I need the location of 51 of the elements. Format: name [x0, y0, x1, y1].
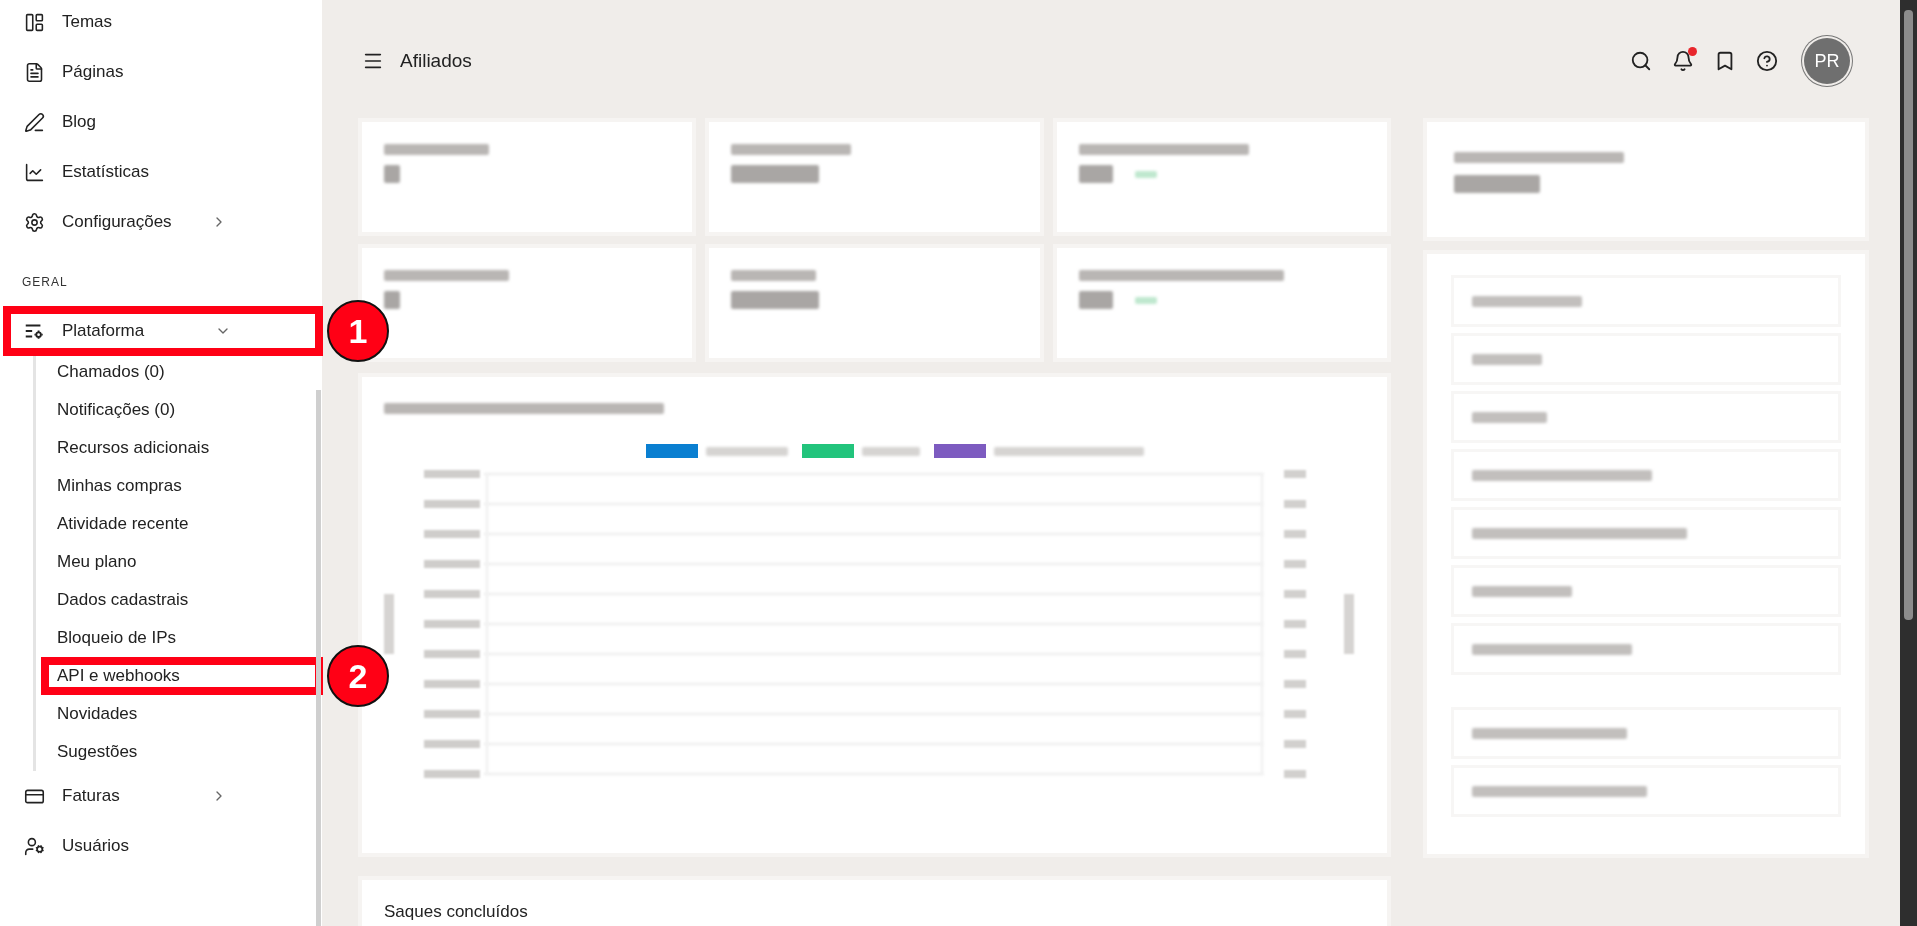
submenu-item[interactable]: Chamados (0) [57, 353, 322, 391]
menu-item[interactable] [1454, 626, 1838, 672]
submenu-item[interactable]: Meu plano [57, 543, 322, 581]
submenu-item[interactable]: Atividade recente [57, 505, 322, 543]
scrollbar-thumb[interactable] [1904, 10, 1913, 620]
settings-icon [23, 211, 45, 233]
blurred-axis-title [1344, 594, 1354, 654]
page-title: Afiliados [400, 50, 472, 72]
menu-item[interactable] [1454, 710, 1838, 756]
layout-icon [23, 11, 45, 33]
submenu-item[interactable]: API e webhooks [41, 657, 323, 695]
help-icon[interactable] [1756, 50, 1778, 72]
user-settings-icon [23, 835, 45, 857]
blurred-text [1078, 165, 1113, 183]
blurred-axis-title [384, 594, 394, 654]
sidebar-item[interactable]: Plataforma [3, 306, 323, 356]
sidebar-item[interactable]: Configurações [0, 197, 322, 247]
section-title: GERAL [22, 275, 68, 289]
submenu-item[interactable]: Dados cadastrais [57, 581, 322, 619]
menu-item[interactable] [1454, 278, 1838, 324]
submenu-item[interactable]: Recursos adicionais [57, 429, 322, 467]
menu-item[interactable] [1454, 510, 1838, 556]
submenu-item[interactable]: Minhas compras [57, 467, 322, 505]
blurred-text [1078, 291, 1113, 309]
menu-item[interactable] [1454, 394, 1838, 440]
sidebar-item[interactable]: Blog [0, 97, 322, 147]
bell-icon[interactable] [1672, 50, 1694, 72]
submenu-item[interactable]: Bloqueio de IPs [57, 619, 322, 657]
sidebar-item[interactable]: Faturas [0, 771, 322, 821]
menu-item[interactable] [1454, 452, 1838, 498]
submenu-item[interactable]: Notificações (0) [57, 391, 322, 429]
menu-item[interactable] [1454, 568, 1838, 614]
sidebar-item[interactable]: Páginas [0, 47, 322, 97]
line-chart-icon [23, 161, 45, 183]
blurred-text [861, 446, 920, 456]
sidebar-item[interactable]: Temas [0, 0, 322, 47]
avatar[interactable]: PR [1804, 38, 1850, 84]
card-title: Saques concluídos [384, 902, 528, 921]
search-icon[interactable] [1630, 50, 1652, 72]
sidebar-item[interactable]: Usuários [0, 821, 322, 871]
submenu-item[interactable]: Sugestões [57, 733, 322, 771]
blurred-text [384, 165, 400, 183]
blurred-text [384, 291, 400, 309]
sidebar-item[interactable]: Estatísticas [0, 147, 322, 197]
menu-item[interactable] [1454, 768, 1838, 814]
menu-item[interactable] [1454, 336, 1838, 382]
submenu-item[interactable]: Novidades [57, 695, 322, 733]
annotation-number: 2 [327, 645, 389, 707]
scrollbar[interactable] [316, 390, 321, 926]
pen-icon [23, 111, 45, 133]
annotation-number: 1 [327, 300, 389, 362]
